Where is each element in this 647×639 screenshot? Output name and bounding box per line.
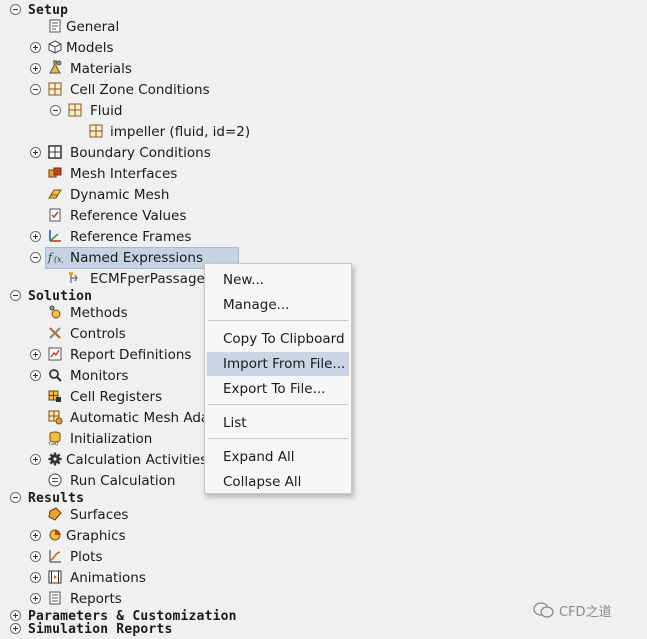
svg-text:(x): (x) [54,255,63,264]
boundary-grid-icon [47,144,63,160]
tree-item-impeller[interactable]: impeller (fluid, id=2) [110,122,250,142]
tree-item-named-expressions[interactable]: Named Expressions [70,248,203,268]
expression-item-icon [66,270,82,286]
fx-icon: f(x) [47,249,63,265]
menu-item-export-to-file[interactable]: Export To File... [207,377,349,401]
cell-zone-grid-icon [47,81,63,97]
reports-icon [47,590,63,606]
plots-icon [47,548,63,564]
reference-values-icon [47,207,63,223]
expand-toggle-models[interactable] [30,42,41,53]
tree-item-mesh-interfaces[interactable]: Mesh Interfaces [70,164,177,184]
expand-toggle-report-definitions[interactable] [30,349,41,360]
menu-item-new[interactable]: New... [207,268,349,292]
graphics-icon [47,527,63,543]
menu-item-list[interactable]: List [207,411,349,435]
run-calculation-icon [47,472,63,488]
tree-item-plots[interactable]: Plots [70,547,102,567]
tree-item-automatic-mesh-adaption[interactable]: Automatic Mesh Adap [70,408,204,428]
tree-item-animations[interactable]: Animations [70,568,146,588]
expand-toggle-monitors[interactable] [30,370,41,381]
svg-text:t=0: t=0 [49,442,58,447]
expand-toggle-parameters[interactable] [10,610,21,621]
menu-separator [208,320,348,321]
collapse-toggle-fluid[interactable] [50,105,61,116]
expand-toggle-reference-frames[interactable] [30,231,41,242]
controls-icon [47,325,63,341]
tree-item-cell-zone-conditions[interactable]: Cell Zone Conditions [70,80,210,100]
expand-toggle-plots[interactable] [30,551,41,562]
tree-item-methods[interactable]: Methods [70,303,128,323]
collapse-toggle-results[interactable] [10,492,21,503]
tree-item-boundary-conditions[interactable]: Boundary Conditions [70,143,211,163]
fluid-grid-icon [67,102,83,118]
mesh-interfaces-icon [47,165,63,181]
collapse-toggle-setup[interactable] [10,4,21,15]
menu-item-manage[interactable]: Manage... [207,293,349,317]
general-icon [47,18,63,34]
gear-icon [47,451,63,467]
watermark: CFD之道 [533,600,612,620]
tree-item-graphics[interactable]: Graphics [66,526,126,546]
expand-toggle-animations[interactable] [30,572,41,583]
tree-item-report-definitions[interactable]: Report Definitions [70,345,191,365]
collapse-toggle-solution[interactable] [10,290,21,301]
expand-toggle-calculation-activities[interactable] [30,454,41,465]
wechat-icon [533,602,554,618]
tree-item-calculation-activities[interactable]: Calculation Activities [66,450,207,470]
tree-section-simulation-reports[interactable]: Simulation Reports [28,619,172,639]
tree-item-models[interactable]: Models [66,38,114,58]
menu-separator [208,438,348,439]
context-menu: New... Manage... Copy To Clipboard Impor… [204,263,352,494]
tree-item-initialization[interactable]: Initialization [70,429,152,449]
reference-frames-axes-icon [47,228,63,244]
tree-item-reference-frames[interactable]: Reference Frames [70,227,191,247]
materials-flask-icon [47,59,63,75]
impeller-grid-icon [88,123,104,139]
cell-registers-icon [47,388,63,404]
menu-separator [208,404,348,405]
methods-icon [47,304,63,320]
svg-text:f: f [47,251,54,264]
tree-item-reference-values[interactable]: Reference Values [70,206,186,226]
expand-toggle-materials[interactable] [30,63,41,74]
tree-section-setup[interactable]: Setup [28,0,68,20]
dynamic-mesh-icon [47,186,63,202]
tree-item-dynamic-mesh[interactable]: Dynamic Mesh [70,185,169,205]
tree-item-ecmf-per-passage[interactable]: ECMFperPassage [90,269,205,289]
expand-toggle-reports[interactable] [30,593,41,604]
collapse-toggle-named-expressions[interactable] [30,252,41,263]
tree-item-cell-registers[interactable]: Cell Registers [70,387,162,407]
tree-item-materials[interactable]: Materials [70,59,132,79]
animations-film-icon [47,569,63,585]
tree-item-controls[interactable]: Controls [70,324,126,344]
models-cube-icon [47,39,63,55]
watermark-text: CFD之道 [559,604,612,620]
magnifier-icon [47,367,63,383]
tree-item-surfaces[interactable]: Surfaces [70,505,128,525]
menu-item-copy-to-clipboard[interactable]: Copy To Clipboard [207,327,349,351]
expand-toggle-boundary[interactable] [30,147,41,158]
tree-item-run-calculation[interactable]: Run Calculation [70,471,176,491]
automatic-mesh-adaption-icon [47,409,63,425]
menu-item-collapse-all[interactable]: Collapse All [207,470,349,494]
menu-item-expand-all[interactable]: Expand All [207,445,349,469]
menu-item-import-from-file[interactable]: Import From File... [207,352,349,376]
surfaces-icon [47,506,63,522]
report-definitions-icon [47,346,63,362]
expand-toggle-graphics[interactable] [30,530,41,541]
tree-item-general[interactable]: General [66,17,119,37]
expand-toggle-simulation-reports[interactable] [10,623,21,634]
initialization-icon: t=0 [47,430,63,446]
tree-item-monitors[interactable]: Monitors [70,366,128,386]
tree-item-fluid[interactable]: Fluid [90,101,122,121]
collapse-toggle-cell-zone[interactable] [30,84,41,95]
